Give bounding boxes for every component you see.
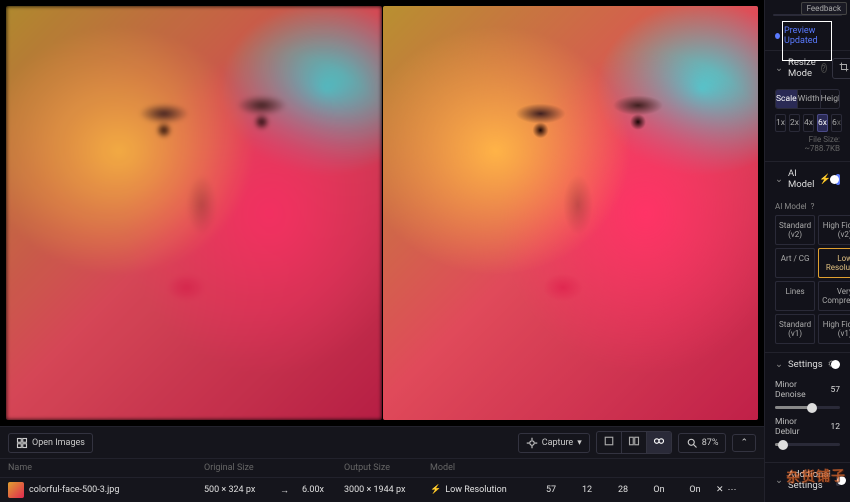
original-pane	[6, 6, 382, 420]
aimodel-section: ⌄ AI Model ⚡ AI Model? Standard (v2) Hig…	[765, 161, 850, 352]
row-close-icon[interactable]: ✕	[716, 485, 724, 495]
open-images-button[interactable]: Open Images	[8, 433, 93, 453]
model-lowres[interactable]: Low Resolution	[818, 248, 850, 278]
deblur-value: 12	[822, 422, 840, 432]
chevron-down-icon: ⌄	[775, 63, 783, 74]
model-highfid-v2[interactable]: High Fidelity (v2)	[818, 215, 850, 245]
chevron-down-icon: ⌄	[775, 174, 783, 185]
additional-section: ⌄ Additional Settings	[765, 462, 850, 497]
zoom-control[interactable]: 87%	[678, 433, 727, 453]
chevron-down-icon: ⌄	[775, 475, 783, 486]
bolt-icon: ⚡	[430, 485, 441, 495]
deblur-label: Minor Deblur	[775, 417, 816, 437]
denoise-value: 57	[822, 385, 840, 395]
table-header: Name Original Size Output Size Model	[0, 459, 764, 478]
scale-multipliers: 1x 2x 4x 6x 6x	[775, 114, 840, 132]
row-out: 3000 × 1944 px	[344, 485, 424, 495]
additional-header[interactable]: ⌄ Additional Settings	[765, 463, 850, 497]
col-name: Name	[8, 463, 198, 473]
row-filename: colorful-face-500-3.jpg	[29, 485, 119, 495]
enhanced-pane	[383, 6, 759, 420]
additional-toggle[interactable]	[836, 475, 840, 486]
chevron-up-icon: ⌃	[740, 438, 748, 448]
preview-compare[interactable]	[0, 0, 764, 426]
col-orig: Original Size	[204, 463, 274, 473]
arrow-icon: →	[280, 485, 296, 496]
model-highfid-v1[interactable]: High Fidelity (v1)	[818, 314, 850, 344]
model-standard-v1[interactable]: Standard (v1)	[775, 314, 815, 344]
file-size-text: File Size: ~788.7KB	[775, 135, 840, 153]
model-verycomp[interactable]: Very Compressed	[818, 281, 850, 311]
settings-section: ⌄ Settings ⚙ Minor Denoise 57 Minor Debl…	[765, 352, 850, 462]
row-menu-icon[interactable]: ⋯	[728, 485, 737, 495]
target-icon	[526, 437, 538, 449]
mult-6x[interactable]: 6x	[817, 114, 828, 132]
model-grid: Standard (v2) High Fidelity (v2) Art / C…	[775, 215, 840, 344]
capture-button[interactable]: Capture ▾	[518, 433, 590, 453]
aimodel-subtitle: AI Model	[775, 202, 807, 211]
row-thumb	[8, 482, 24, 498]
row-v5: On	[680, 485, 710, 495]
row-v4: On	[644, 485, 674, 495]
open-images-label: Open Images	[32, 438, 85, 448]
navigator-viewport[interactable]	[782, 21, 832, 61]
main-column: Open Images Capture ▾ 87% ⌃	[0, 0, 764, 502]
settings-header[interactable]: ⌄ Settings ⚙	[765, 353, 850, 376]
chevron-down-icon: ⌄	[775, 359, 783, 370]
model-standard-v2[interactable]: Standard (v2)	[775, 215, 815, 245]
view-split-button[interactable]	[622, 432, 647, 453]
tab-height[interactable]: Height	[821, 90, 840, 108]
zoom-value: 87%	[702, 438, 719, 448]
model-artcg[interactable]: Art / CG	[775, 248, 815, 278]
help-icon[interactable]: ?	[821, 63, 827, 73]
resize-tabs: Scale Width Height	[775, 89, 840, 109]
capture-label: Capture	[542, 438, 573, 448]
feedback-button[interactable]: Feedback	[801, 2, 847, 15]
images-table: Name Original Size Output Size Model col…	[0, 459, 764, 502]
denoise-slider[interactable]	[775, 406, 840, 409]
additional-title: Additional Settings	[788, 469, 831, 491]
sidebar: Feedback Preview Updated ⌄ Resize Mode ?…	[764, 0, 850, 502]
search-icon	[686, 437, 698, 449]
view-single-button[interactable]	[597, 432, 622, 453]
row-deblur: 12	[572, 485, 602, 495]
tab-width[interactable]: Width	[798, 90, 821, 108]
help-icon[interactable]: ?	[811, 202, 815, 211]
tab-scale[interactable]: Scale	[776, 90, 798, 108]
denoise-label: Minor Denoise	[775, 380, 816, 400]
crop-icon	[839, 62, 849, 75]
view-side-button[interactable]	[647, 432, 671, 453]
table-row[interactable]: colorful-face-500-3.jpg 500 × 324 px → 6…	[0, 478, 764, 502]
chevron-down-icon: ▾	[577, 438, 582, 448]
status-dot-icon	[775, 33, 780, 39]
aimodel-title: AI Model	[788, 168, 814, 190]
col-model: Model	[430, 463, 530, 473]
mult-1x[interactable]: 1x	[775, 114, 786, 132]
mult-4x[interactable]: 4x	[803, 114, 814, 132]
side-icon	[653, 435, 665, 447]
row-scale: 6.00x	[302, 485, 338, 495]
mult-2x[interactable]: 2x	[789, 114, 800, 132]
row-v3: 28	[608, 485, 638, 495]
grid-icon	[16, 437, 28, 449]
mult-custom[interactable]: 6x	[831, 114, 842, 132]
resize-section: ⌄ Resize Mode ? Crop Scale Width Height …	[765, 50, 850, 161]
view-mode-segment	[596, 431, 672, 454]
aimodel-header[interactable]: ⌄ AI Model ⚡	[765, 162, 850, 196]
col-out: Output Size	[344, 463, 424, 473]
model-lines[interactable]: Lines	[775, 281, 815, 311]
aimodel-toggle[interactable]	[836, 174, 840, 185]
row-model: Low Resolution	[445, 485, 506, 495]
crop-button[interactable]: Crop	[832, 58, 850, 79]
split-icon	[628, 435, 640, 447]
collapse-button[interactable]: ⌃	[732, 434, 756, 452]
bottom-panel: Open Images Capture ▾ 87% ⌃	[0, 426, 764, 502]
square-icon	[603, 435, 615, 447]
app-root: Open Images Capture ▾ 87% ⌃	[0, 0, 850, 502]
deblur-slider[interactable]	[775, 443, 840, 446]
bottom-toolbar: Open Images Capture ▾ 87% ⌃	[0, 427, 764, 459]
row-orig: 500 × 324 px	[204, 485, 274, 495]
settings-title: Settings	[788, 359, 823, 370]
row-denoise: 57	[536, 485, 566, 495]
